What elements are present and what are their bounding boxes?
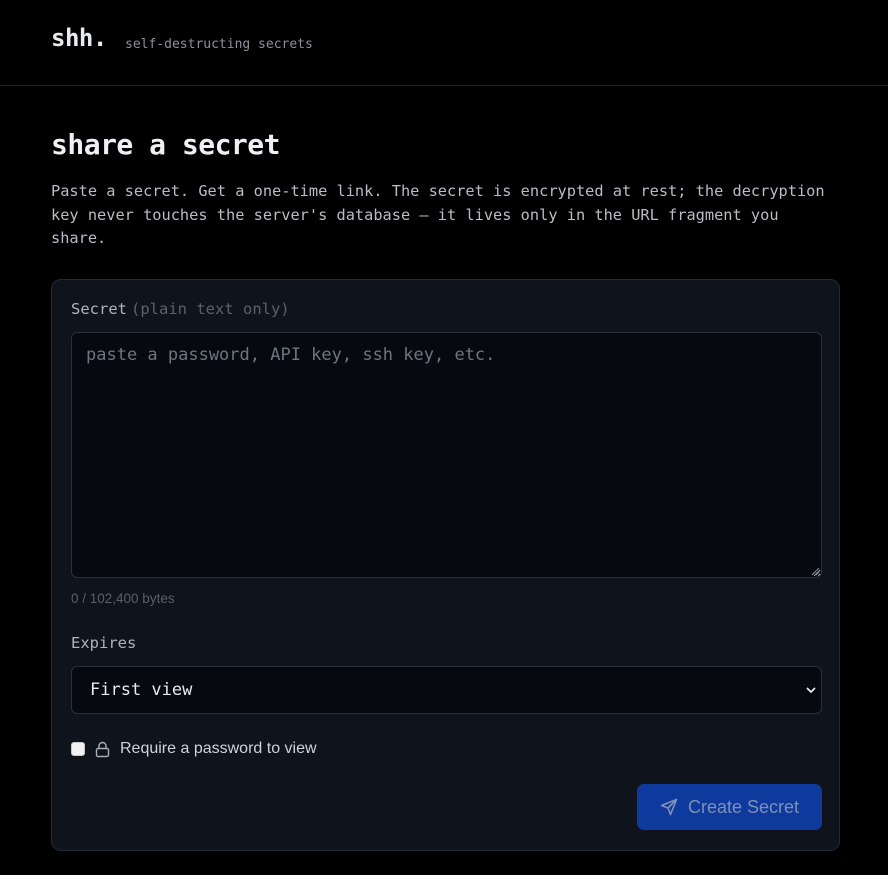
secret-form: Secret(plain text only) 0 / 102,400 byte… [51,279,840,851]
lock-icon [95,741,110,757]
create-secret-label: Create Secret [687,796,800,817]
resize-handle-icon[interactable] [811,567,820,576]
byte-counter: 0 / 102,400 bytes [71,591,175,606]
page-title: share a secret [51,128,281,161]
password-option-label[interactable]: Require a password to view [120,740,317,758]
create-secret-button[interactable]: Create Secret [637,784,822,830]
intro-text: Paste a secret. Get a one-time link. The… [51,182,825,247]
send-icon [660,798,678,816]
password-checkbox[interactable] [71,742,85,756]
logo[interactable]: shh. [51,24,107,52]
site-header: shh. self-destructing secrets [0,0,888,86]
tagline: self-destructing secrets [125,37,313,52]
secret-input[interactable] [71,332,822,578]
expires-label: Expires [71,634,137,652]
chevron-down-icon [806,687,816,693]
secret-label-text: Secret [71,300,127,318]
secret-label: Secret (plain text only) [71,300,290,318]
expires-select[interactable]: First view [71,666,822,714]
secret-hint: (plain text only) [131,300,290,318]
password-option: Require a password to view [71,739,317,759]
expires-selected-value: First view [90,680,193,700]
